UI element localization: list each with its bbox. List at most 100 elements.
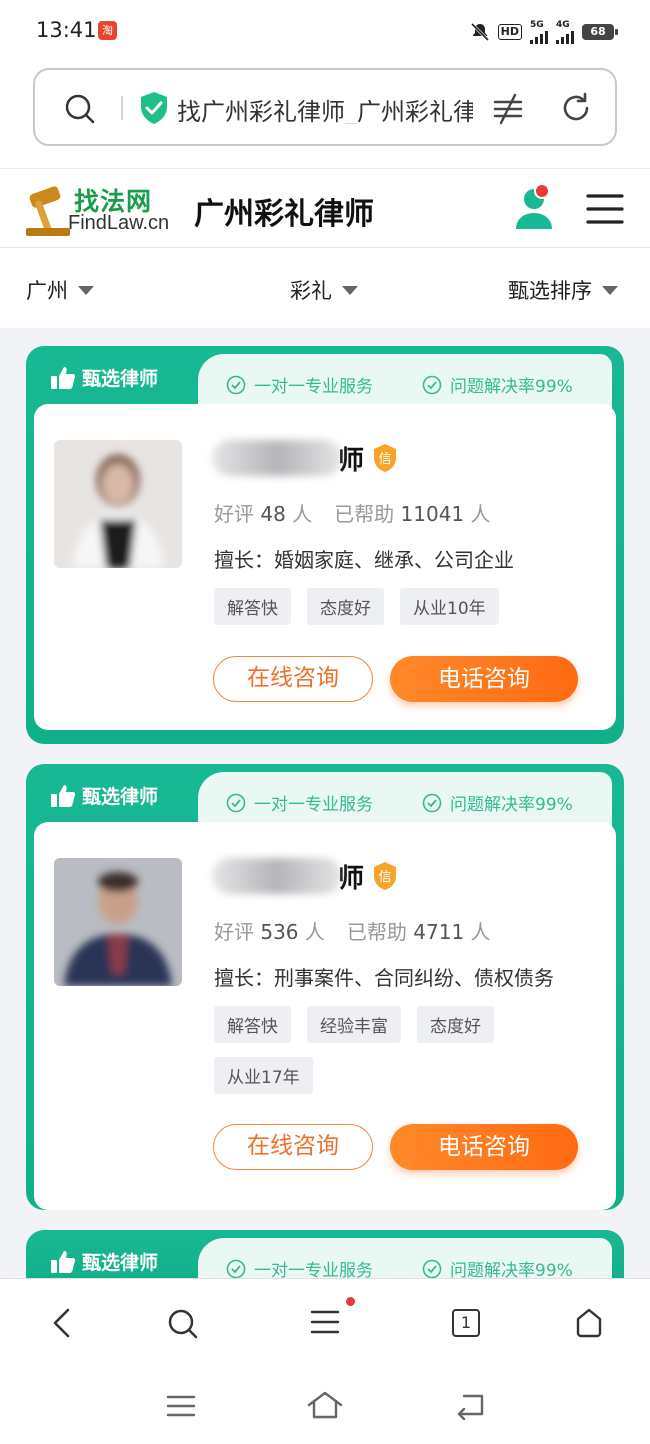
feature-one-on-one: 一对一专业服务 bbox=[226, 790, 373, 815]
featured-badge: 甄选律师 bbox=[50, 1248, 158, 1275]
notification-dot bbox=[534, 183, 550, 199]
verified-badge-icon: 信 bbox=[374, 862, 397, 890]
feature-strip: 一对一专业服务 问题解决率99% bbox=[198, 354, 612, 408]
featured-badge-label: 甄选律师 bbox=[82, 786, 159, 808]
reader-mode-icon[interactable] bbox=[491, 92, 525, 126]
feature-one-label: 一对一专业服务 bbox=[254, 795, 373, 815]
menu-icon[interactable] bbox=[310, 1307, 340, 1337]
thumbs-up-icon bbox=[51, 366, 76, 389]
card-body[interactable]: 师 信 好评 48 人 已帮助 11041 人 擅长：婚姻家庭、继承、公司企业 … bbox=[34, 404, 616, 730]
tag-chip: 解答快 bbox=[214, 588, 291, 625]
helped-stat: 已帮助 4711 人 bbox=[347, 916, 491, 945]
menu-icon[interactable] bbox=[586, 193, 624, 225]
url-bar[interactable]: 找广州彩礼律师_广州彩礼律师 bbox=[33, 68, 617, 146]
caret-down-icon bbox=[78, 285, 94, 295]
signal-bars-icon bbox=[530, 30, 548, 44]
notification-dot bbox=[346, 1297, 355, 1306]
url-divider bbox=[121, 96, 123, 120]
4g-indicator: 4G bbox=[556, 20, 574, 44]
feature-strip: 一对一专业服务 问题解决率99% bbox=[198, 772, 612, 826]
5g-indicator: 5G bbox=[530, 20, 548, 44]
feature-two-label: 问题解决率99% bbox=[450, 377, 573, 397]
card-body[interactable]: 师 信 好评 536 人 已帮助 4711 人 擅长：刑事案件、合同纠纷、债权债… bbox=[34, 822, 616, 1210]
check-circle-icon bbox=[226, 793, 246, 812]
caret-down-icon bbox=[342, 285, 358, 295]
rating-unit: 人 bbox=[292, 502, 313, 526]
card-header: 甄选律师 一对一专业服务 问题解决率99% bbox=[26, 346, 624, 410]
page-title: 广州彩礼律师 bbox=[194, 197, 374, 232]
lawyer-avatar[interactable] bbox=[54, 440, 182, 568]
back-icon[interactable] bbox=[454, 1392, 488, 1420]
filter-sort[interactable]: 甄选排序 bbox=[508, 275, 618, 305]
secure-shield-icon bbox=[141, 92, 167, 124]
caret-down-icon bbox=[602, 285, 618, 295]
featured-badge-label: 甄选律师 bbox=[82, 368, 159, 390]
helped-label: 已帮助 bbox=[346, 920, 407, 944]
filter-city[interactable]: 广州 bbox=[26, 275, 94, 305]
check-circle-icon bbox=[226, 1259, 246, 1278]
online-consult-button[interactable]: 在线咨询 bbox=[213, 656, 373, 702]
lawyer-tags: 解答快 态度好 从业10年 bbox=[214, 588, 594, 625]
featured-badge-label: 甄选律师 bbox=[82, 1252, 159, 1274]
tag-chip: 从业17年 bbox=[214, 1057, 313, 1094]
status-indicators: HD 5G 4G 68 bbox=[470, 20, 618, 44]
home-icon[interactable] bbox=[306, 1390, 344, 1420]
lawyer-card: 甄选律师 一对一专业服务 问题解决率99% bbox=[26, 764, 624, 1210]
verified-badge-icon: 信 bbox=[374, 444, 397, 472]
tabs-button[interactable]: 1 bbox=[452, 1309, 480, 1337]
phone-consult-button[interactable]: 电话咨询 bbox=[390, 656, 578, 702]
lawyer-tags: 解答快 经验丰富 态度好 从业17年 bbox=[214, 1006, 594, 1094]
feature-resolution-rate: 问题解决率99% bbox=[422, 790, 573, 815]
helped-stat: 已帮助 11041 人 bbox=[334, 498, 490, 527]
check-circle-icon bbox=[422, 1259, 442, 1278]
verified-badge-text: 信 bbox=[379, 870, 392, 885]
online-consult-button[interactable]: 在线咨询 bbox=[213, 1124, 373, 1170]
findlaw-logo[interactable]: 找法网 FindLaw.cn bbox=[26, 182, 170, 238]
browser-bottom-nav: 1 bbox=[0, 1278, 650, 1368]
filter-bar: 广州 彩礼 甄选排序 bbox=[0, 248, 650, 328]
check-circle-icon bbox=[226, 375, 246, 394]
thumbs-up-icon bbox=[51, 784, 76, 807]
featured-badge: 甄选律师 bbox=[50, 782, 158, 809]
rating-label: 好评 bbox=[214, 920, 254, 944]
home-icon[interactable] bbox=[574, 1307, 604, 1339]
feature-one-label: 一对一专业服务 bbox=[254, 377, 373, 397]
helped-label: 已帮助 bbox=[334, 502, 395, 526]
phone-consult-button[interactable]: 电话咨询 bbox=[390, 1124, 578, 1170]
lawyer-name[interactable]: 师 信 bbox=[212, 856, 398, 896]
url-text[interactable]: 找广州彩礼律师_广州彩礼律师 bbox=[177, 92, 473, 124]
search-icon[interactable] bbox=[166, 1307, 200, 1341]
lawyer-name[interactable]: 师 信 bbox=[212, 438, 398, 478]
specialty-text: 擅长：刑事案件、合同纠纷、债权债务 bbox=[214, 966, 554, 990]
browser-toolbar: 找广州彩礼律师_广州彩礼律师 bbox=[0, 60, 650, 168]
avatar-image bbox=[54, 858, 182, 986]
lawyer-stats: 好评 48 人 已帮助 11041 人 bbox=[214, 498, 491, 527]
hd-indicator: HD bbox=[497, 24, 522, 40]
filter-category[interactable]: 彩礼 bbox=[290, 275, 358, 305]
back-icon[interactable] bbox=[48, 1307, 76, 1339]
helped-count: 11041 bbox=[400, 502, 465, 526]
filter-sort-label: 甄选排序 bbox=[508, 279, 592, 303]
lawyer-avatar[interactable] bbox=[54, 858, 182, 986]
rating-stat: 好评 536 人 bbox=[214, 916, 325, 945]
4g-label: 4G bbox=[556, 20, 570, 30]
tag-chip: 态度好 bbox=[307, 588, 384, 625]
gavel-icon bbox=[26, 186, 70, 236]
specialty-text: 擅长：婚姻家庭、继承、公司企业 bbox=[214, 548, 514, 572]
name-redacted bbox=[212, 858, 342, 894]
card-header: 甄选律师 一对一专业服务 问题解决率99% bbox=[26, 764, 624, 828]
battery-icon: 68 bbox=[582, 24, 618, 40]
feature-strip: 一对一专业服务 问题解决率99% bbox=[198, 1238, 612, 1281]
tag-chip: 从业10年 bbox=[400, 588, 499, 625]
recents-icon[interactable] bbox=[166, 1394, 196, 1418]
search-icon[interactable] bbox=[63, 92, 97, 126]
rating-label: 好评 bbox=[214, 502, 254, 526]
tag-chip: 态度好 bbox=[417, 1006, 494, 1043]
featured-badge: 甄选律师 bbox=[50, 364, 158, 391]
feature-resolution-rate: 问题解决率99% bbox=[422, 372, 573, 397]
rating-count: 48 bbox=[260, 502, 286, 526]
filter-city-label: 广州 bbox=[26, 279, 68, 303]
reload-icon[interactable] bbox=[559, 91, 593, 125]
feature-one-on-one: 一对一专业服务 bbox=[226, 372, 373, 397]
logo-english: FindLaw.cn bbox=[68, 212, 170, 234]
